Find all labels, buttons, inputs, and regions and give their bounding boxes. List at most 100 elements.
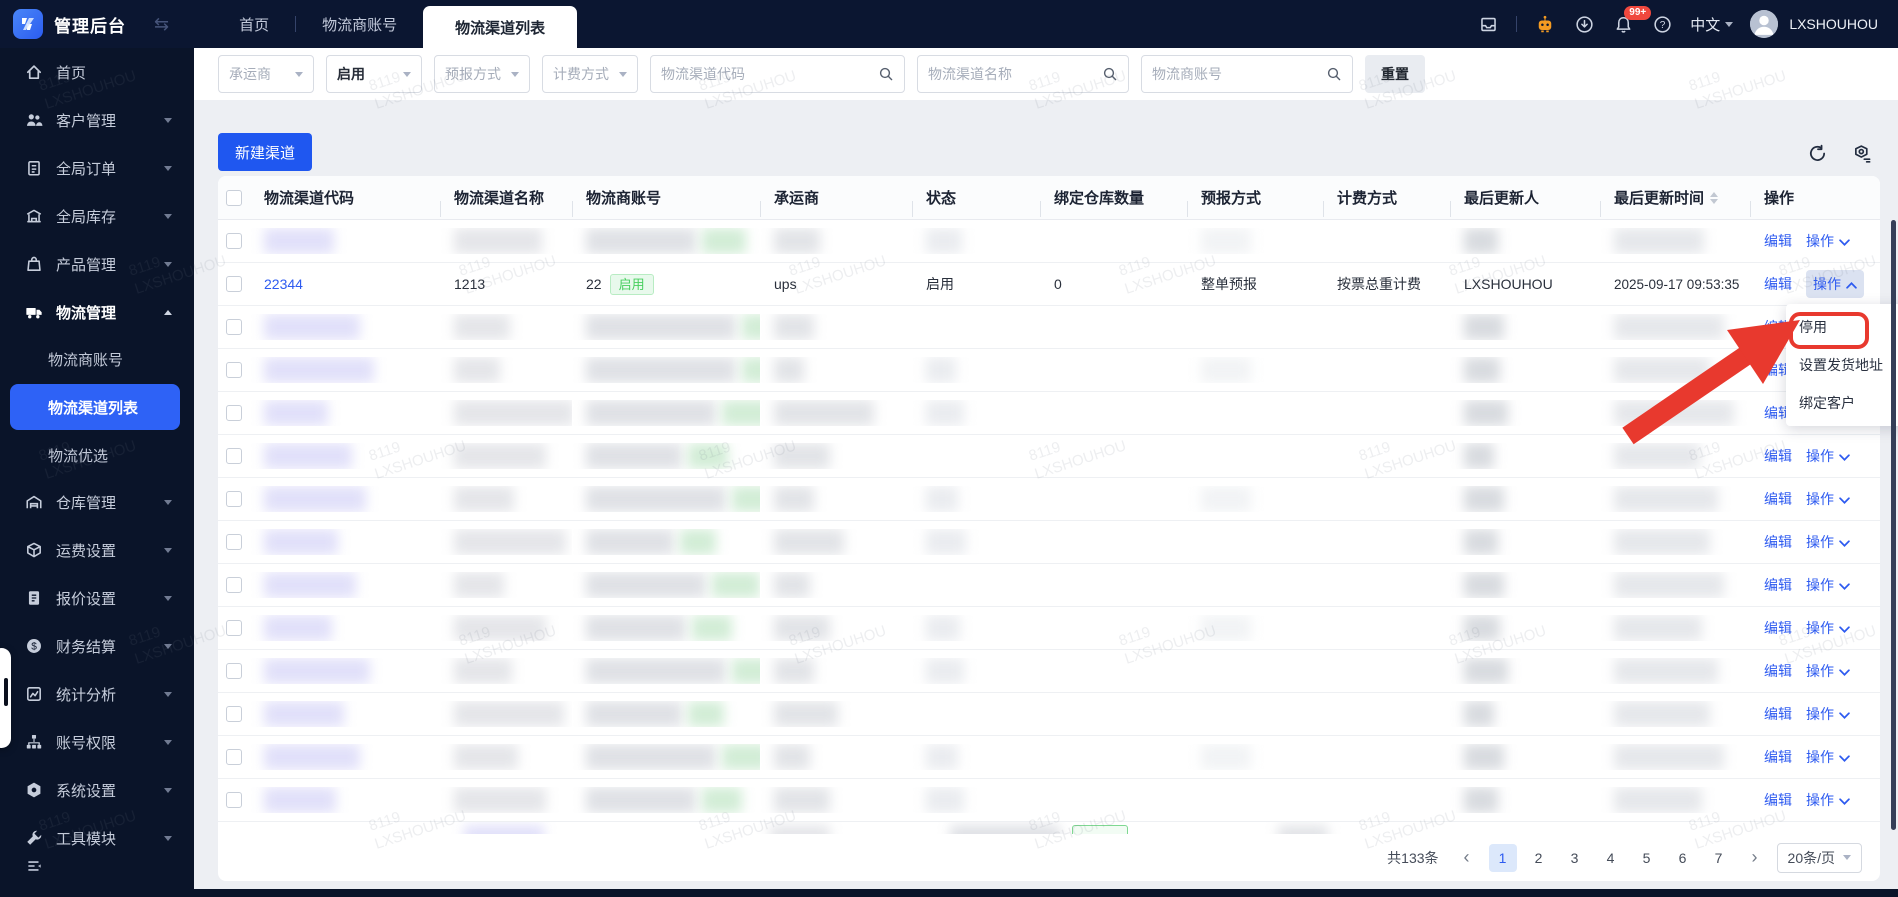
- action-dropdown-button[interactable]: 操作: [1806, 704, 1850, 724]
- floating-handle[interactable]: [0, 648, 11, 748]
- forecast-filter-select[interactable]: 预报方式: [434, 55, 530, 93]
- prev-page-button[interactable]: ‹: [1453, 844, 1481, 872]
- action-dropdown-button[interactable]: 操作: [1806, 532, 1850, 552]
- action-dropdown-button[interactable]: 操作: [1806, 489, 1850, 509]
- page-button-1[interactable]: 1: [1488, 843, 1517, 872]
- edit-button[interactable]: 编辑: [1764, 790, 1792, 810]
- channel-name-search[interactable]: [917, 55, 1129, 93]
- page-button-5[interactable]: 5: [1633, 844, 1661, 872]
- action-dropdown-button[interactable]: 操作: [1806, 270, 1864, 298]
- menu-item-1[interactable]: 设置发货地址: [1786, 346, 1898, 384]
- refresh-icon[interactable]: [1808, 144, 1827, 163]
- row-checkbox[interactable]: [226, 362, 242, 378]
- row-checkbox[interactable]: [226, 577, 242, 593]
- action-dropdown-button[interactable]: 操作: [1806, 231, 1850, 251]
- edit-button[interactable]: 编辑: [1764, 661, 1792, 681]
- sidebar-item-stats[interactable]: 统计分析: [0, 670, 194, 718]
- provider-account-search[interactable]: [1141, 55, 1353, 93]
- action-dropdown-button[interactable]: 操作: [1806, 618, 1850, 638]
- tab-2[interactable]: 物流渠道列表: [423, 6, 578, 48]
- column-settings-icon[interactable]: [1853, 144, 1872, 163]
- channel-code-link[interactable]: 22344: [264, 276, 303, 292]
- row-checkbox[interactable]: [226, 663, 242, 679]
- chevron-down-icon: [164, 117, 172, 123]
- collapse-sidebar-icon[interactable]: ⇆: [154, 14, 169, 35]
- action-dropdown-button[interactable]: 操作: [1806, 790, 1850, 810]
- create-channel-button[interactable]: 新建渠道: [218, 133, 313, 171]
- redacted-block: [264, 486, 366, 512]
- page-button-4[interactable]: 4: [1597, 844, 1625, 872]
- robot-assistant-icon[interactable]: [1534, 13, 1556, 35]
- edit-button[interactable]: 编辑: [1764, 231, 1792, 251]
- sidebar-subitem-2[interactable]: 物流优选: [0, 432, 194, 478]
- action-dropdown-button[interactable]: 操作: [1806, 661, 1850, 681]
- edit-button[interactable]: 编辑: [1764, 532, 1792, 552]
- sidebar-item-tools[interactable]: 工具模块: [0, 814, 194, 862]
- channel-code-input[interactable]: [661, 66, 878, 82]
- sidebar-item-order[interactable]: 全局订单: [0, 144, 194, 192]
- provider-account-input[interactable]: [1152, 66, 1326, 82]
- row-checkbox[interactable]: [226, 276, 242, 292]
- edit-button[interactable]: 编辑: [1764, 704, 1792, 724]
- edit-button[interactable]: 编辑: [1764, 747, 1792, 767]
- sidebar-item-finance[interactable]: $ 财务结算: [0, 622, 194, 670]
- row-checkbox[interactable]: [226, 491, 242, 507]
- action-dropdown-button[interactable]: 操作: [1806, 575, 1850, 595]
- sidebar-item-warehouse[interactable]: 仓库管理: [0, 478, 194, 526]
- help-icon[interactable]: ?: [1651, 13, 1673, 35]
- notifications-bell-icon[interactable]: 99+: [1612, 6, 1652, 35]
- sidebar-subitem-1[interactable]: 物流渠道列表: [10, 384, 180, 430]
- sidebar-item-inventory[interactable]: 全局库存: [0, 192, 194, 240]
- channel-code-search[interactable]: [650, 55, 905, 93]
- sidebar-item-users[interactable]: 客户管理: [0, 96, 194, 144]
- page-button-2[interactable]: 2: [1525, 844, 1553, 872]
- scrollbar-thumb[interactable]: [1891, 220, 1896, 830]
- edit-button[interactable]: 编辑: [1764, 618, 1792, 638]
- edit-button[interactable]: 编辑: [1764, 446, 1792, 466]
- next-page-button[interactable]: ›: [1741, 844, 1769, 872]
- page-button-6[interactable]: 6: [1669, 844, 1697, 872]
- sidebar-item-home[interactable]: 首页: [0, 48, 194, 96]
- row-checkbox[interactable]: [226, 620, 242, 636]
- inbox-icon[interactable]: [1477, 13, 1499, 35]
- billing-filter-select[interactable]: 计费方式: [542, 55, 638, 93]
- row-checkbox[interactable]: [226, 749, 242, 765]
- row-checkbox[interactable]: [226, 233, 242, 249]
- sidebar-item-accounts[interactable]: 账号权限: [0, 718, 194, 766]
- select-all-checkbox[interactable]: [226, 189, 242, 206]
- edit-button[interactable]: 编辑: [1764, 575, 1792, 595]
- row-checkbox[interactable]: [226, 534, 242, 550]
- download-icon[interactable]: [1573, 13, 1595, 35]
- sidebar-collapse-icon[interactable]: [25, 857, 43, 875]
- page-size-select[interactable]: 20条/页: [1776, 842, 1862, 873]
- menu-item-2[interactable]: 绑定客户: [1786, 384, 1898, 422]
- action-dropdown-button[interactable]: 操作: [1806, 747, 1850, 767]
- edit-button[interactable]: 编辑: [1764, 274, 1792, 294]
- row-checkbox[interactable]: [226, 405, 242, 421]
- sidebar-item-quote[interactable]: 报价设置: [0, 574, 194, 622]
- page-button-3[interactable]: 3: [1561, 844, 1589, 872]
- avatar[interactable]: [1750, 10, 1779, 38]
- status-filter-select[interactable]: 启用: [326, 55, 422, 93]
- row-checkbox[interactable]: [226, 319, 242, 335]
- sidebar-item-settings[interactable]: 系统设置: [0, 766, 194, 814]
- tab-1[interactable]: 物流商账号: [296, 0, 423, 48]
- sidebar-item-freight[interactable]: 运费设置: [0, 526, 194, 574]
- carrier-filter-select[interactable]: 承运商: [218, 55, 314, 93]
- tab-0[interactable]: 首页: [213, 0, 295, 48]
- row-checkbox[interactable]: [226, 448, 242, 464]
- sort-icon[interactable]: [1710, 191, 1719, 204]
- username[interactable]: LXSHOUHOU: [1789, 16, 1878, 32]
- channel-name-input[interactable]: [928, 66, 1102, 82]
- sidebar-item-product[interactable]: 产品管理: [0, 240, 194, 288]
- action-dropdown-button[interactable]: 操作: [1806, 446, 1850, 466]
- sidebar-subitem-0[interactable]: 物流商账号: [0, 336, 194, 382]
- language-switcher[interactable]: 中文: [1690, 14, 1734, 35]
- sidebar-item-truck[interactable]: 物流管理: [0, 288, 194, 336]
- row-checkbox[interactable]: [226, 706, 242, 722]
- edit-button[interactable]: 编辑: [1764, 489, 1792, 509]
- menu-item-0[interactable]: 停用: [1786, 308, 1898, 349]
- row-checkbox[interactable]: [226, 792, 242, 808]
- reset-button[interactable]: 重置: [1365, 55, 1425, 93]
- page-button-7[interactable]: 7: [1705, 844, 1733, 872]
